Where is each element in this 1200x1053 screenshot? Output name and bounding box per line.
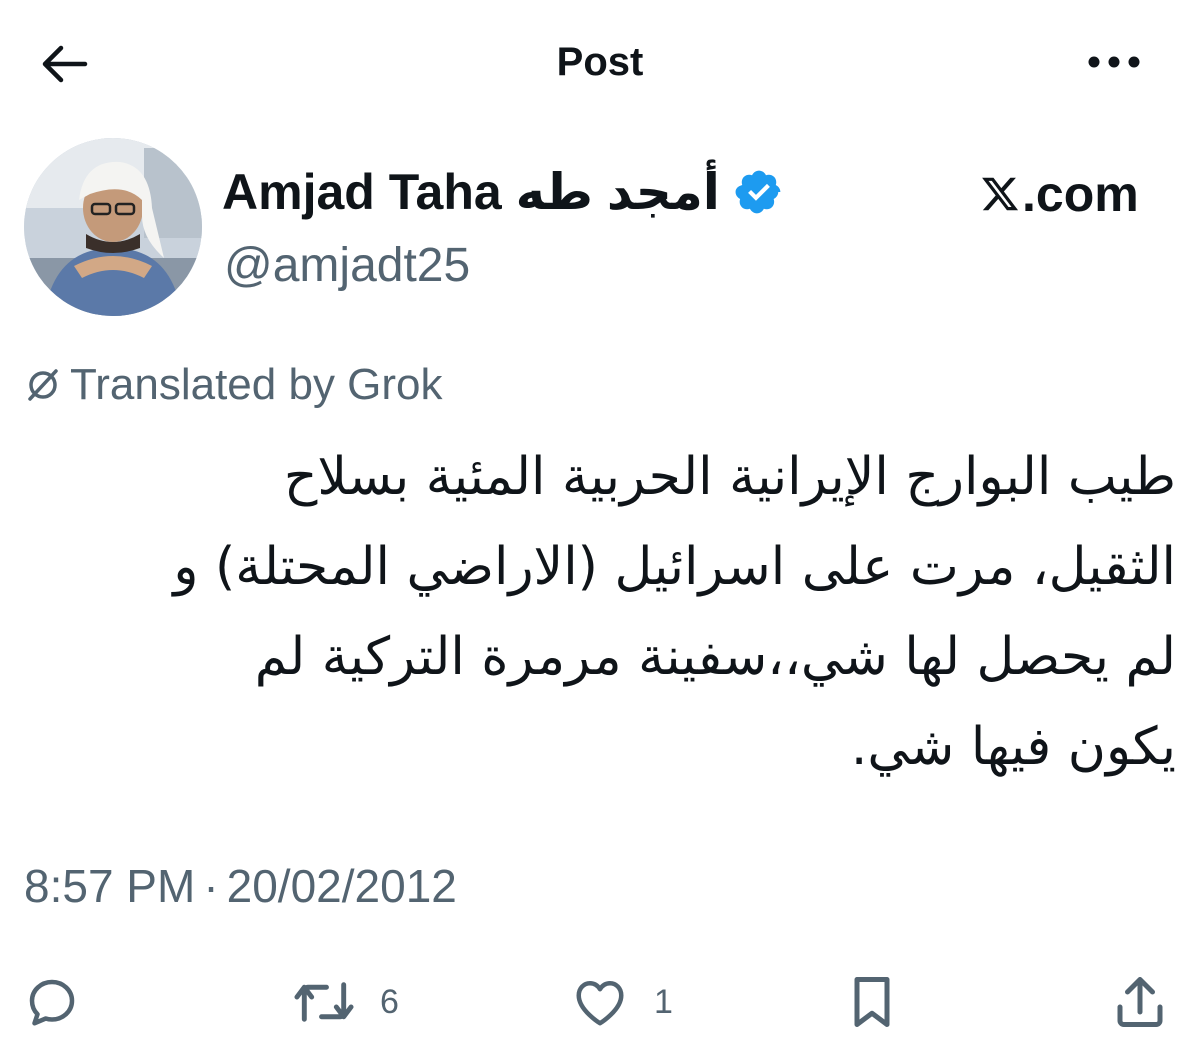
like-count: 1 — [654, 983, 673, 1021]
bookmark-button[interactable] — [844, 970, 900, 1034]
top-bar: Post — [0, 0, 1200, 125]
translated-by-grok[interactable]: Translated by Grok — [24, 356, 443, 414]
tweet-line: الثقيل، مرت على اسرائيل (الاراضي المحتلة… — [173, 537, 1176, 597]
heart-icon — [576, 981, 624, 1026]
more-horizontal-icon — [1088, 56, 1140, 68]
post-time: 8:57 PM — [24, 860, 196, 912]
bookmark-icon — [854, 977, 890, 1027]
repost-button[interactable]: 6 — [292, 970, 399, 1034]
tweet-text: طيب البوارج الإيرانية الحربية المئية بسل… — [24, 432, 1176, 792]
back-button[interactable] — [36, 38, 92, 90]
reply-button[interactable] — [22, 970, 82, 1034]
translated-label: Translated by Grok — [70, 360, 443, 409]
timestamp-separator: · — [203, 860, 219, 912]
more-options-button[interactable] — [1082, 38, 1146, 86]
repost-count: 6 — [380, 983, 399, 1021]
tweet-line: لم يحصل لها شي،،سفينة مرمرة التركية لم — [254, 627, 1176, 687]
repost-icon — [294, 982, 354, 1022]
like-button[interactable]: 1 — [570, 970, 673, 1034]
verified-badge-icon — [735, 170, 781, 214]
author-avatar[interactable] — [24, 138, 202, 316]
author-name-row: Amjad Taha أمجد طه — [222, 160, 784, 224]
share-button[interactable] — [1110, 970, 1170, 1034]
grok-icon — [28, 369, 58, 401]
profile-photo — [24, 138, 202, 316]
x-com-text: .com — [1022, 166, 1139, 222]
author-handle[interactable]: @amjadt25 — [224, 238, 470, 294]
tweet-line: طيب البوارج الإيرانية الحربية المئية بسل… — [283, 447, 1176, 507]
x-logo-icon — [982, 177, 1019, 211]
post-timestamp[interactable]: 8:57 PM · 20/02/2012 — [24, 858, 457, 914]
arrow-left-icon — [42, 45, 88, 83]
post-date: 20/02/2012 — [226, 860, 457, 912]
tweet-line: يكون فيها شي. — [850, 717, 1176, 777]
reply-icon — [29, 979, 75, 1026]
share-icon — [1117, 977, 1163, 1027]
page-title: Post — [556, 40, 644, 84]
author-display-name[interactable]: Amjad Taha أمجد طه — [222, 162, 720, 222]
x-com-watermark: .com — [980, 162, 1139, 226]
